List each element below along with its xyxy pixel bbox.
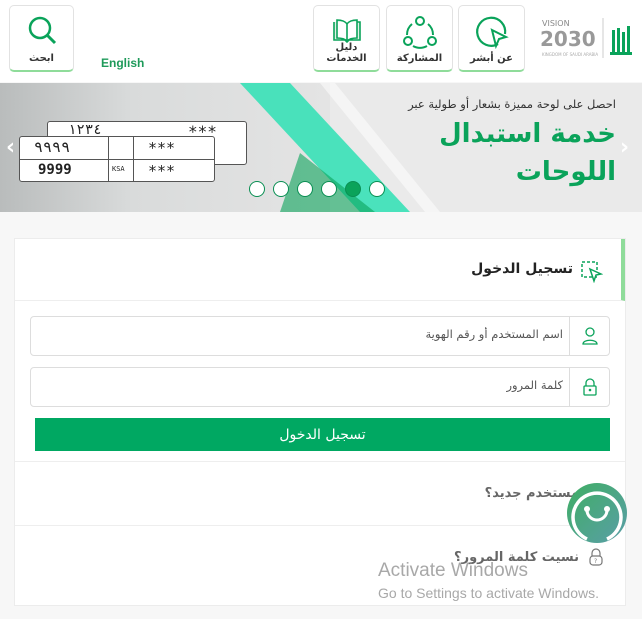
nav-about-absher[interactable]: عن أبشر <box>458 5 525 72</box>
search-button[interactable]: ابحث <box>9 5 74 72</box>
cursor-icon <box>475 16 509 50</box>
lock-icon <box>569 368 609 406</box>
user-icon <box>569 317 609 355</box>
password-input[interactable] <box>63 378 563 392</box>
carousel-dot[interactable] <box>369 181 385 197</box>
english-link[interactable]: English <box>101 56 144 70</box>
svg-text:?: ? <box>594 558 597 565</box>
search-icon <box>28 16 56 45</box>
carousel-dot-active[interactable] <box>345 181 361 197</box>
password-field[interactable] <box>30 367 610 407</box>
chat-support-button[interactable] <box>567 483 627 543</box>
carousel-dot[interactable] <box>297 181 313 197</box>
windows-watermark-subtitle: Go to Settings to activate Windows. <box>378 585 599 601</box>
windows-watermark-title: Activate Windows <box>378 560 528 581</box>
carousel-next-arrow[interactable]: › <box>620 135 629 160</box>
license-plate: ٩٩٩٩ 9999 KSA *** *** <box>19 136 215 182</box>
header: ابحث English دليل الخدمات المشاركة عن أب… <box>0 0 642 82</box>
carousel-indicators <box>249 181 385 197</box>
username-input[interactable] <box>63 327 563 341</box>
carousel-dot[interactable] <box>273 181 289 197</box>
banner-title: خدمة استبدال <box>439 119 616 149</box>
carousel-dot[interactable] <box>321 181 337 197</box>
nav-services-guide[interactable]: دليل الخدمات <box>313 5 380 72</box>
username-field[interactable] <box>30 316 610 356</box>
login-card: تسجيل الدخول تسجيل الدخول مستخدم جديد؟ ?… <box>14 238 626 606</box>
new-user-link[interactable]: مستخدم جديد؟ <box>15 461 625 525</box>
nav-label: المشاركة <box>396 53 443 64</box>
carousel-dot[interactable] <box>249 181 265 197</box>
login-button[interactable]: تسجيل الدخول <box>35 418 610 451</box>
lock-question-icon: ? <box>589 548 603 566</box>
svg-text:2030: 2030 <box>540 27 596 51</box>
forgot-password-link[interactable]: ? نسيت كلمة المرور؟ <box>15 525 625 589</box>
nav-label: دليل الخدمات <box>326 42 367 64</box>
nav-participation[interactable]: المشاركة <box>386 5 453 72</box>
login-title: تسجيل الدخول <box>471 261 573 277</box>
absher-vision-logo: VISION 2030 KINGDOM OF SAUDI ARABIA <box>540 14 638 62</box>
banner-subtitle: احصل على لوحة مميزة بشعار أو طولية عبر <box>408 97 616 111</box>
login-header: تسجيل الدخول <box>15 239 625 301</box>
search-label: ابحث <box>29 53 54 64</box>
login-cursor-icon <box>581 261 603 283</box>
chat-agent-icon <box>571 491 623 541</box>
nav-label: عن أبشر <box>470 53 513 64</box>
svg-text:KINGDOM OF SAUDI ARABIA: KINGDOM OF SAUDI ARABIA <box>542 52 598 57</box>
share-icon <box>402 16 437 49</box>
promo-banner[interactable]: ١٢٣٤ *** ٩٩٩٩ 9999 KSA *** *** احصل على … <box>0 83 642 212</box>
carousel-prev-arrow[interactable]: ‹ <box>6 135 15 160</box>
new-user-label: مستخدم جديد؟ <box>484 486 579 501</box>
banner-title-line2: اللوحات <box>515 157 616 187</box>
